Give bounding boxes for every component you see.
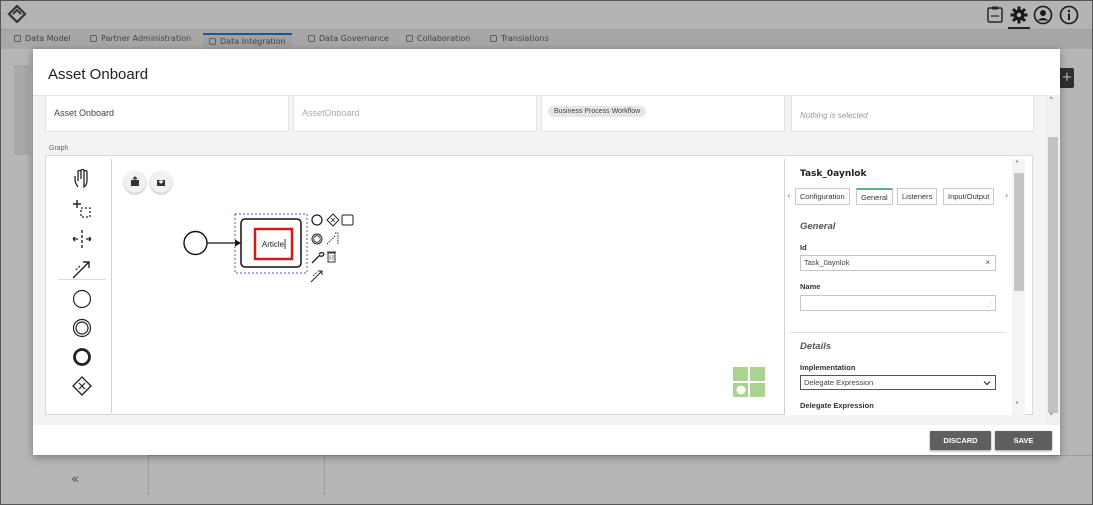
modal-footer: DISCARD SAVE (33, 425, 1060, 455)
modal-title: Asset Onboard (48, 66, 149, 83)
delegate-expression-label: Delegate Expression (800, 401, 874, 410)
scroll-down-icon[interactable]: ˅ (1015, 401, 1019, 410)
tabs-scroll-left-icon[interactable]: ‹ (787, 191, 790, 200)
change-type-wrench-icon[interactable] (311, 251, 325, 264)
modal-scroll-thumb[interactable] (1048, 137, 1058, 413)
tab-configuration[interactable]: Configuration (795, 188, 850, 205)
append-end-event-icon[interactable] (311, 214, 323, 226)
implementation-select[interactable]: Delegate Expression (800, 375, 996, 390)
selection-value: Nothing is selected (800, 111, 868, 120)
tab-listeners[interactable]: Listeners (897, 188, 938, 205)
id-field[interactable]: AssetOnboard (293, 96, 537, 132)
implementation-value: Delegate Expression (804, 378, 874, 387)
tab-input-output[interactable]: Input/Output (943, 188, 995, 205)
append-text-annotation-icon[interactable] (326, 232, 339, 245)
bpmn-io-logo-icon (733, 367, 765, 397)
graph-label: Graph (49, 145, 69, 152)
modal-scroll-down-icon[interactable]: ˅ (1049, 413, 1054, 423)
properties-tabbar: ‹ Configuration General Listeners Input/… (785, 188, 1025, 206)
type-badge: Business Process Workflow (548, 106, 647, 117)
element-title: Task_0aynlok (800, 169, 867, 179)
name-field[interactable]: Asset Onboard (45, 96, 289, 132)
id-value: AssetOnboard (302, 108, 360, 118)
resize-handle-icon[interactable]: ⋰ (987, 298, 993, 312)
selection-field[interactable]: Nothing is selected (791, 96, 1034, 132)
tab-general[interactable]: General (856, 188, 893, 205)
type-field[interactable]: Business Process Workflow (541, 96, 785, 132)
task-label[interactable]: Article (262, 240, 285, 249)
section-divider (790, 332, 1006, 333)
details-heading: Details (800, 341, 832, 352)
bpmn-editor: Article Task_0aynlok ‹ Configuration Gen… (52, 159, 1028, 417)
clear-id-icon[interactable]: × (985, 256, 990, 270)
id-label: Id (800, 243, 807, 252)
properties-panel: Task_0aynlok ‹ Configuration General Lis… (784, 159, 1025, 415)
name-label: Name (800, 282, 821, 291)
id-input-value: Task_0aynlok (804, 258, 850, 267)
discard-button[interactable]: DISCARD (930, 431, 991, 450)
delete-trash-icon[interactable] (327, 251, 336, 263)
properties-scrollbar[interactable]: ˄ ˅ (1012, 159, 1025, 415)
implementation-label: Implementation (800, 363, 856, 372)
id-input[interactable]: Task_0aynlok × (800, 255, 996, 271)
modal-scrollbar[interactable]: ˄ ˅ (1047, 95, 1059, 425)
bpmn-canvas[interactable]: Article (52, 159, 772, 421)
tabs-scroll-right-icon[interactable]: › (1005, 191, 1008, 200)
general-heading: General (800, 221, 836, 232)
name-textarea[interactable]: ⋰ (800, 295, 996, 311)
scroll-up-icon[interactable]: ˄ (1015, 160, 1019, 169)
modal-scroll-up-icon[interactable]: ˄ (1049, 97, 1054, 107)
modal-content: Asset Onboard AssetOnboard Business Proc… (33, 95, 1060, 425)
name-value: Asset Onboard (54, 108, 115, 118)
connect-tool-icon[interactable] (310, 270, 323, 283)
chevron-down-icon (983, 381, 991, 386)
flow-arrowhead (235, 239, 241, 247)
start-event[interactable] (183, 230, 208, 256)
scroll-thumb[interactable] (1014, 173, 1024, 291)
save-button[interactable]: SAVE (995, 431, 1052, 450)
asset-onboard-modal: Asset Onboard Asset Onboard AssetOnboard… (33, 49, 1060, 455)
append-task-icon[interactable] (341, 214, 354, 226)
